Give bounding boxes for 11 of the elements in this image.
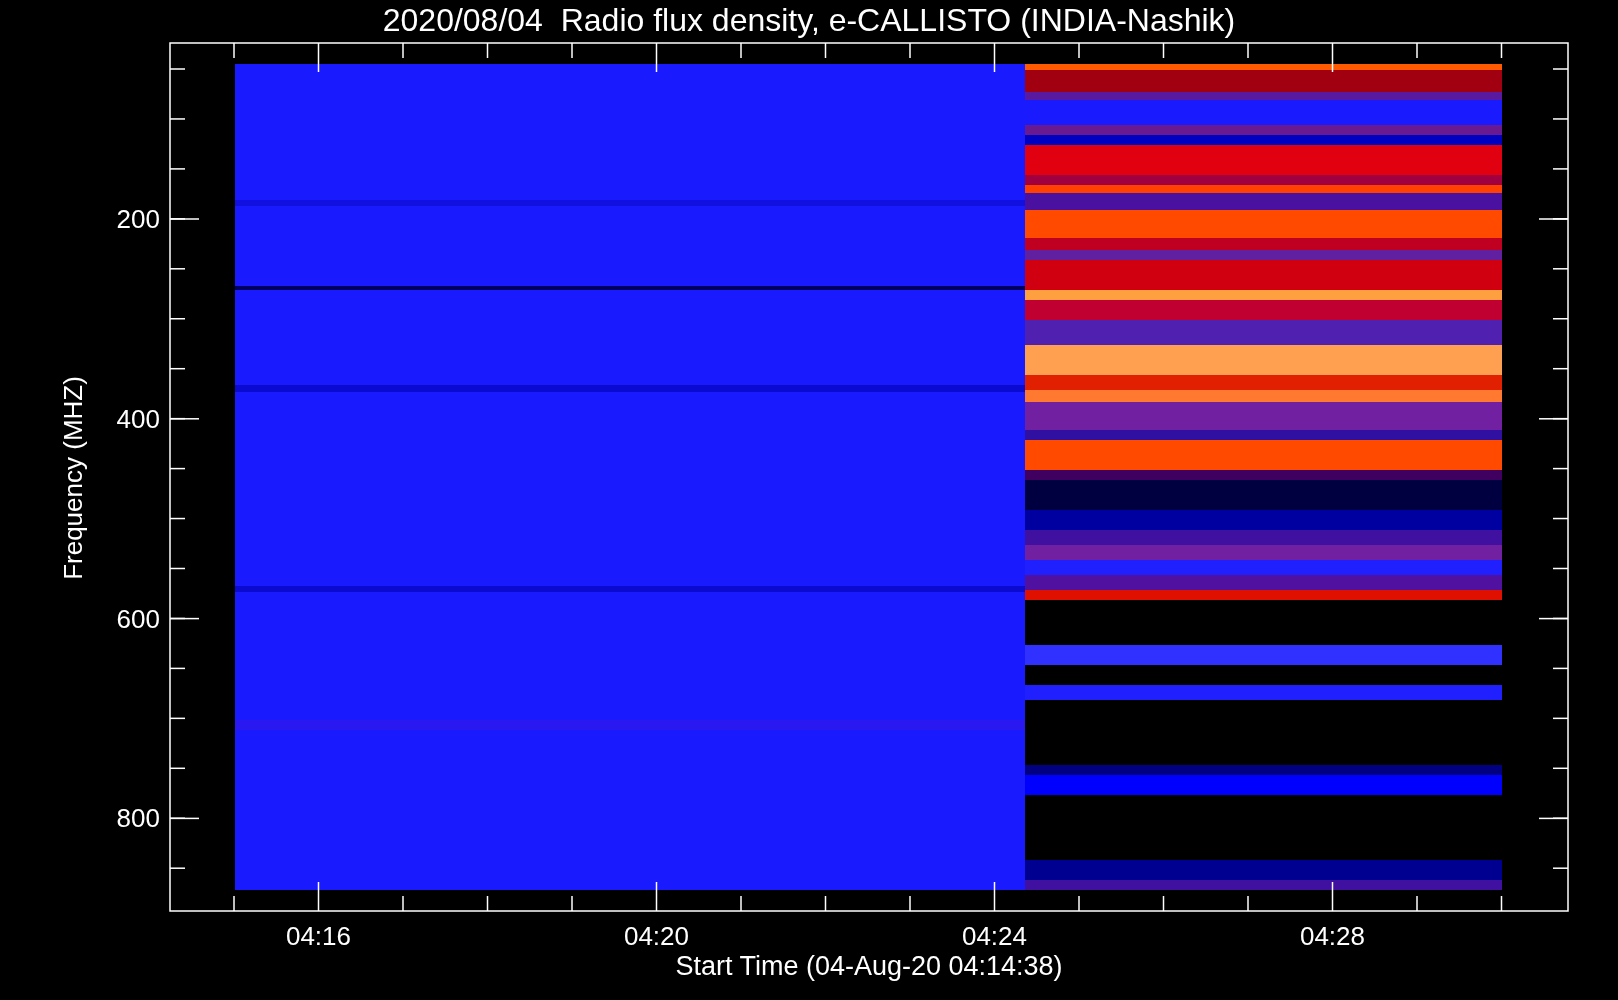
plot-title: 2020/08/04 Radio flux density, e-CALLISTO (INDIA-Nashik) xyxy=(382,2,1236,38)
x-tick-label: 04:24 xyxy=(961,921,1028,951)
x-axis-label: Start Time (04-Aug-20 04:14:38) xyxy=(675,951,1063,981)
y-tick-label: 200 xyxy=(116,204,160,234)
x-tick-label: 04:20 xyxy=(623,921,690,951)
x-tick-label: 04:28 xyxy=(1299,921,1366,951)
x-tick-label: 04:16 xyxy=(285,921,352,951)
y-tick-label: 800 xyxy=(116,803,160,834)
y-tick-label: 400 xyxy=(116,403,160,434)
y-tick-label: 600 xyxy=(116,603,160,634)
y-axis-label: Frequency (MHZ) xyxy=(58,376,88,580)
